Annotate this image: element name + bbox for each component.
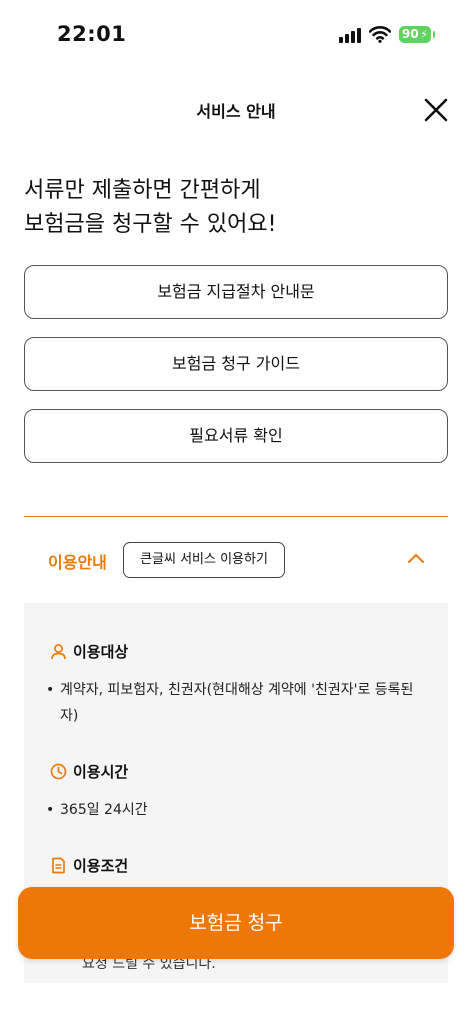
list-item-text: 365일 24시간 <box>60 802 148 818</box>
claim-button[interactable]: 보험금 청구 <box>18 887 454 959</box>
document-icon <box>52 857 65 874</box>
charging-bolt-icon: ⚡ <box>420 28 428 41</box>
claim-guide-button[interactable]: 보험금 청구 가이드 <box>24 337 448 391</box>
cellular-signal-icon <box>339 27 363 43</box>
status-time: 22:01 <box>57 22 127 46</box>
clock-icon <box>50 763 67 780</box>
headline-line-1: 서류만 제출하면 간편하게 <box>24 178 261 203</box>
required-documents-button[interactable]: 필요서류 확인 <box>24 409 448 463</box>
page-title: 서비스 안내 <box>196 102 276 121</box>
headline-line-2: 보험금을 청구할 수 있어요! <box>24 212 277 237</box>
info-accordion-header[interactable]: 이용안내 큰글씨 서비스 이용하기 <box>24 517 448 603</box>
wifi-icon <box>369 26 391 43</box>
list-item: • 365일 24시간 <box>46 797 436 823</box>
chevron-up-icon[interactable] <box>406 549 426 569</box>
bullet-dot: • <box>46 682 55 698</box>
page: 22:01 90 ⚡ 서비스 안내 서류만 제출하면 간편하게 보험금을 청구할… <box>0 0 472 1024</box>
close-icon[interactable] <box>420 94 452 126</box>
bullet-dot: • <box>46 802 55 818</box>
section-hours-heading: 이용시간 <box>50 761 128 782</box>
section-conditions-heading: 이용조건 <box>50 855 128 876</box>
status-bar: 22:01 90 ⚡ <box>0 0 472 70</box>
list-item-text: 계약자, 피보험자, 친권자(현대해상 계약에 '친권자'로 등록된 자) <box>60 682 414 724</box>
info-title: 이용안내 <box>48 553 107 572</box>
section-conditions-label: 이용조건 <box>73 857 129 875</box>
headline: 서류만 제출하면 간편하게 보험금을 청구할 수 있어요! <box>24 174 444 242</box>
section-hours-label: 이용시간 <box>73 763 129 781</box>
person-icon <box>51 644 66 660</box>
big-font-service-button[interactable]: 큰글씨 서비스 이용하기 <box>123 542 285 578</box>
list-item: • 계약자, 피보험자, 친권자(현대해상 계약에 '친권자'로 등록된 자) <box>46 677 436 729</box>
section-target-label: 이용대상 <box>73 643 129 661</box>
battery-indicator: 90 ⚡ <box>399 26 435 43</box>
section-target-heading: 이용대상 <box>50 641 128 662</box>
battery-level: 90 <box>402 27 419 41</box>
payment-procedure-button[interactable]: 보험금 지급절차 안내문 <box>24 265 448 319</box>
